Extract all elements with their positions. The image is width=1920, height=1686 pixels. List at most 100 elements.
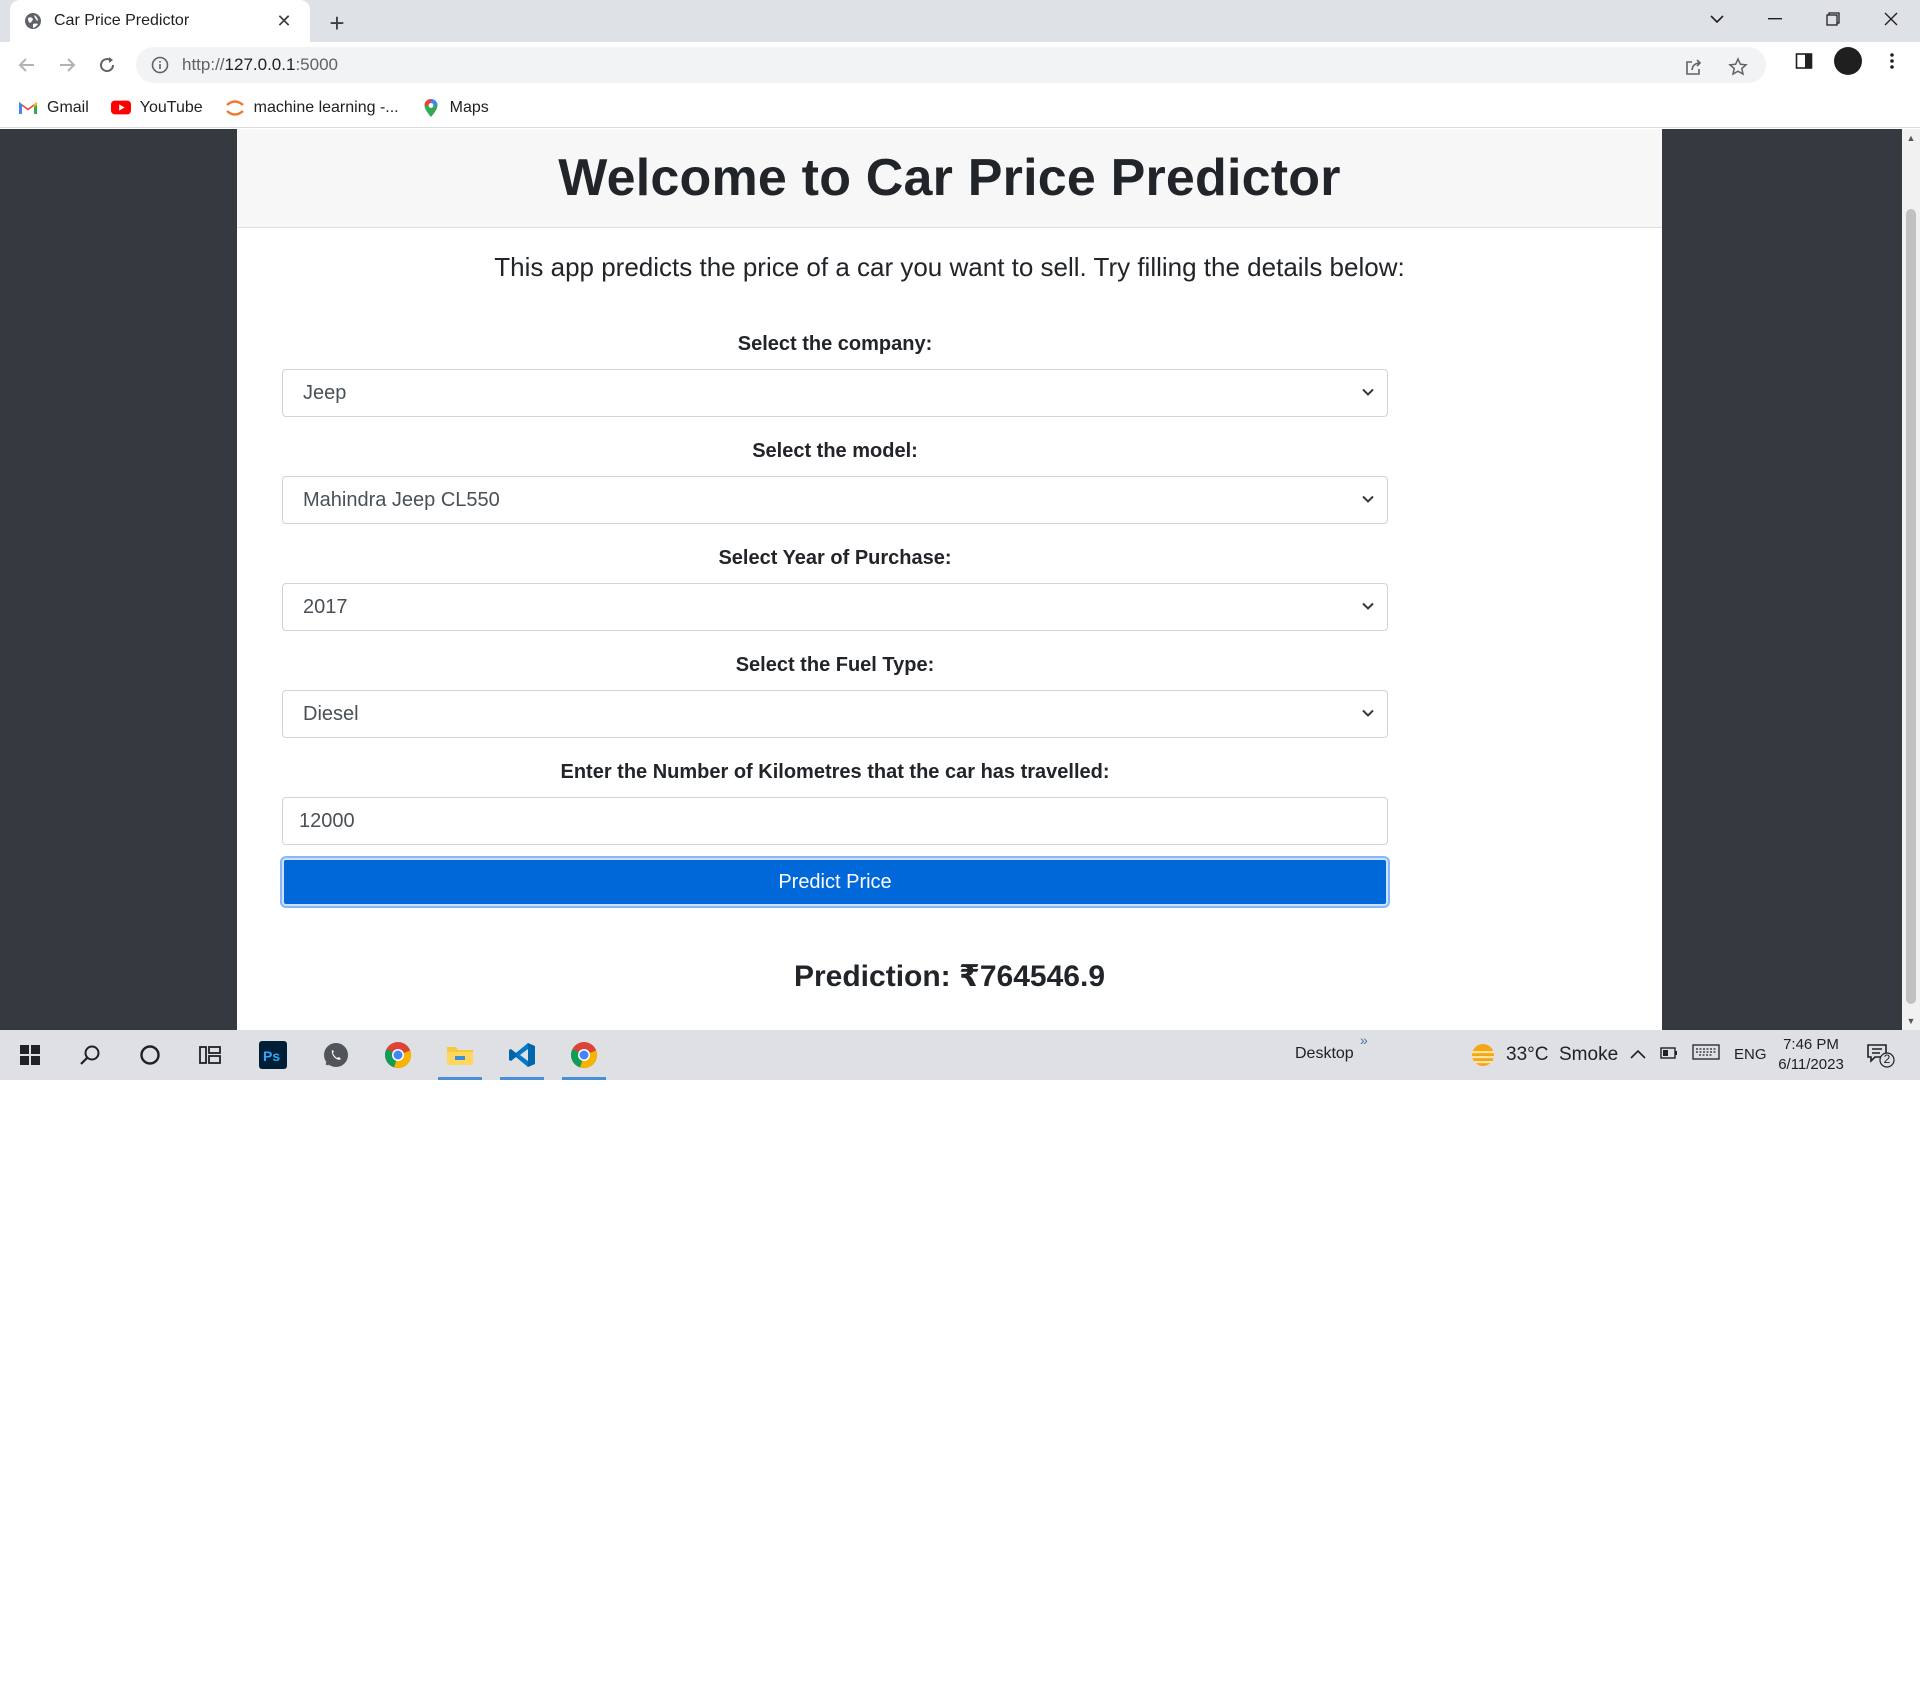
model-group: Select the model: Mahindra Jeep CL550 — [282, 436, 1388, 524]
minimize-button[interactable] — [1746, 0, 1804, 38]
back-button[interactable] — [7, 45, 47, 85]
close-window-button[interactable] — [1862, 0, 1920, 38]
gmail-icon — [18, 100, 38, 116]
company-select[interactable]: Jeep — [282, 369, 1388, 417]
company-value: Jeep — [303, 381, 347, 404]
browser-toolbar: http://127.0.0.1:5000 — [0, 42, 1920, 88]
site-info-icon[interactable] — [150, 55, 170, 75]
restore-button[interactable] — [1804, 0, 1862, 38]
globe-icon — [24, 12, 42, 30]
show-hidden-icons-chevron-up-icon[interactable] — [1630, 1046, 1646, 1063]
notification-count-badge: 2 — [1883, 1052, 1891, 1066]
reload-button[interactable] — [87, 45, 127, 85]
fuel-value: Diesel — [303, 702, 359, 725]
model-label: Select the model: — [752, 440, 918, 462]
page-viewport: Welcome to Car Price Predictor This app … — [0, 129, 1920, 1030]
url-port: :5000 — [295, 55, 338, 74]
bookmark-youtube[interactable]: YouTube — [110, 98, 203, 117]
fuel-group: Select the Fuel Type: Diesel — [282, 650, 1388, 738]
close-tab-icon[interactable]: ✕ — [272, 9, 296, 33]
file-explorer-icon[interactable] — [434, 1030, 486, 1080]
search-icon[interactable] — [64, 1030, 116, 1080]
chrome-icon[interactable] — [372, 1030, 424, 1080]
weather-widget[interactable]: 33°C Smoke — [1470, 1042, 1618, 1068]
fuel-select[interactable]: Diesel — [282, 690, 1388, 738]
youtube-icon — [110, 100, 131, 116]
bookmark-maps[interactable]: Maps — [421, 98, 489, 117]
desktop-toolbar-label[interactable]: Desktop — [1295, 1045, 1354, 1063]
model-select[interactable]: Mahindra Jeep CL550 — [282, 476, 1388, 524]
prediction-result: Prediction: ₹764546.9 — [793, 960, 1105, 993]
bookmark-label: YouTube — [139, 98, 203, 116]
haze-icon — [1472, 1044, 1494, 1066]
tab-title: Car Price Predictor — [54, 12, 190, 29]
chevron-down-icon — [1362, 388, 1374, 396]
intro-text: This app predicts the price of a car you… — [494, 252, 1405, 282]
bookmark-label: Maps — [449, 98, 489, 116]
model-value: Mahindra Jeep CL550 — [303, 488, 500, 511]
tab-search-icon[interactable] — [1688, 0, 1746, 38]
kms-value: 12000 — [299, 809, 355, 832]
scroll-thumb[interactable] — [1906, 209, 1916, 1004]
share-icon[interactable] — [1680, 53, 1708, 81]
chevron-right-icon[interactable]: » — [1360, 1032, 1368, 1048]
kms-group: Enter the Number of Kilometres that the … — [282, 757, 1388, 845]
svg-text:Ps: Ps — [263, 1048, 280, 1064]
window-controls — [1688, 0, 1920, 38]
url-text: http://127.0.0.1:5000 — [182, 55, 338, 75]
cortana-icon[interactable] — [124, 1030, 176, 1080]
bookmark-label: Gmail — [47, 98, 89, 116]
prediction-form: Select the company: Jeep Select the mode… — [282, 329, 1388, 906]
forward-button[interactable] — [47, 45, 87, 85]
battery-icon[interactable] — [1660, 1046, 1678, 1063]
system-clock[interactable]: 7:46 PM 6/11/2023 — [1776, 1035, 1846, 1075]
browser-tabstrip: Car Price Predictor ✕ + — [0, 0, 1920, 42]
year-label: Select Year of Purchase: — [718, 547, 952, 569]
bookmark-machine-learning[interactable]: machine learning -... — [225, 99, 399, 117]
weather-text: 33°C Smoke — [1506, 1044, 1619, 1065]
clock-time: 7:46 PM — [1783, 1036, 1839, 1053]
chevron-down-icon — [1362, 709, 1374, 717]
page-title: Welcome to Car Price Predictor — [558, 149, 1341, 207]
side-panel-icon[interactable] — [1790, 47, 1818, 75]
jupyter-icon — [225, 99, 245, 116]
chevron-down-icon — [1362, 495, 1374, 503]
clock-date: 6/11/2023 — [1778, 1056, 1844, 1073]
start-icon[interactable] — [4, 1030, 56, 1080]
task-view-icon[interactable] — [184, 1030, 236, 1080]
notification-center-icon[interactable]: 2 — [1866, 1042, 1896, 1068]
system-tray: ENG — [1630, 1044, 1767, 1064]
address-bar[interactable]: http://127.0.0.1:5000 — [136, 47, 1766, 83]
url-host: 127.0.0.1 — [224, 55, 296, 74]
year-group: Select Year of Purchase: 2017 — [282, 543, 1388, 631]
scroll-up-arrow-icon[interactable]: ▲ — [1906, 133, 1916, 143]
bookmark-star-icon[interactable] — [1724, 53, 1752, 81]
maps-pin-icon — [421, 98, 441, 117]
kms-label: Enter the Number of Kilometres that the … — [560, 761, 1110, 783]
keyboard-icon[interactable] — [1692, 1044, 1720, 1064]
company-group: Select the company: Jeep — [282, 329, 1388, 417]
browser-tab[interactable]: Car Price Predictor ✕ — [10, 0, 310, 42]
bookmark-label: machine learning -... — [253, 98, 399, 116]
kms-input[interactable]: 12000 — [282, 797, 1388, 845]
fuel-label: Select the Fuel Type: — [735, 654, 935, 676]
vscode-icon[interactable] — [496, 1030, 548, 1080]
url-scheme: http:// — [182, 55, 225, 74]
whatsapp-icon[interactable] — [310, 1030, 362, 1080]
year-value: 2017 — [303, 595, 348, 618]
menu-kebab-icon[interactable] — [1878, 47, 1906, 75]
scroll-down-arrow-icon[interactable]: ▼ — [1906, 1016, 1916, 1026]
photoshop-icon[interactable]: Ps — [247, 1030, 299, 1080]
predictor-card: Welcome to Car Price Predictor This app … — [237, 129, 1662, 1030]
predict-price-button[interactable]: Predict Price — [282, 858, 1388, 906]
chevron-down-icon — [1362, 602, 1374, 610]
year-select[interactable]: 2017 — [282, 583, 1388, 631]
profile-avatar[interactable] — [1834, 47, 1862, 75]
page-scrollbar[interactable]: ▲ ▼ — [1902, 129, 1920, 1030]
new-tab-button[interactable]: + — [322, 8, 352, 38]
toolbar-actions — [1790, 47, 1906, 75]
chrome-icon[interactable] — [558, 1030, 610, 1080]
bookmark-gmail[interactable]: Gmail — [18, 99, 89, 117]
company-label: Select the company: — [737, 333, 933, 355]
language-indicator[interactable]: ENG — [1734, 1046, 1767, 1063]
